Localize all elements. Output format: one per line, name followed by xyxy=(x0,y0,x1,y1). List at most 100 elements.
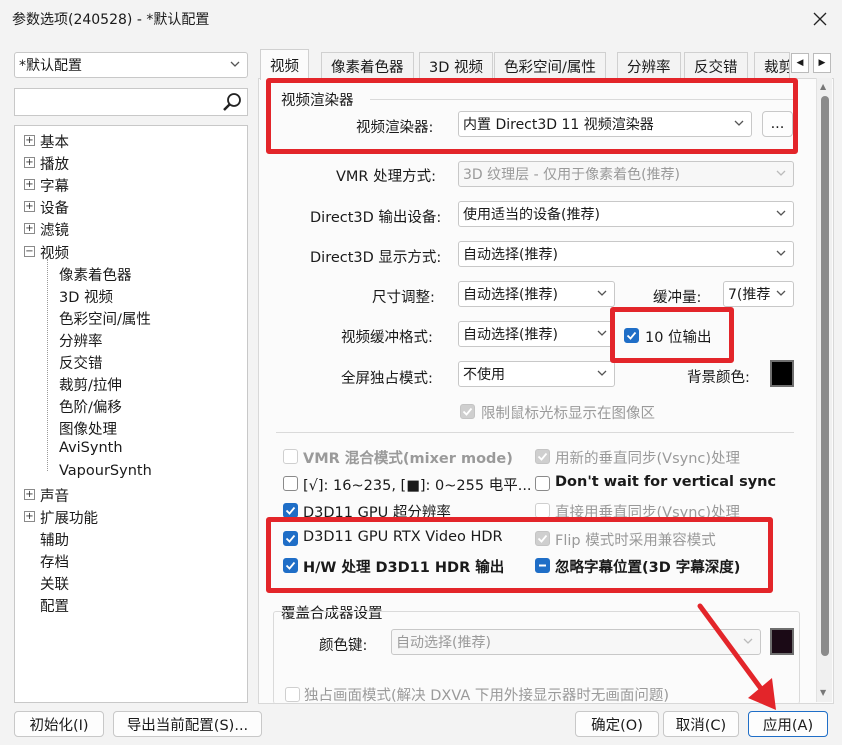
levels-checkbox[interactable] xyxy=(283,476,298,491)
levels-label[interactable]: [√]: 16~235, [■]: 0~255 电平... xyxy=(303,474,532,495)
tab-4[interactable]: 分辨率 xyxy=(617,52,681,79)
tree-item[interactable]: 辅助 xyxy=(40,529,69,550)
chevron-down-icon xyxy=(776,170,786,176)
rtx-hdr-checkbox[interactable] xyxy=(283,531,298,546)
tree-item[interactable]: AviSynth xyxy=(59,440,123,456)
tree-item[interactable]: 设备 xyxy=(40,197,69,218)
scroll-thumb[interactable] xyxy=(821,96,829,656)
buffer-select-value: 7(推荐 xyxy=(728,287,771,303)
tree-expander-icon[interactable]: + xyxy=(24,157,35,169)
tree-item[interactable]: 图像处理 xyxy=(59,418,117,439)
search-box[interactable] xyxy=(14,88,248,116)
tree-item[interactable]: 色彩空间/属性 xyxy=(59,308,151,329)
buffer-select[interactable]: 7(推荐 xyxy=(723,281,794,307)
tree-expander-icon[interactable]: + xyxy=(24,510,35,522)
ten-bit-output-label[interactable]: 10 位输出 xyxy=(645,326,712,347)
panel-scrollbar[interactable]: ▲ ▼ xyxy=(816,78,832,702)
direct-vsync-label: 直接用垂直同步(Vsync)处理 xyxy=(555,505,741,521)
bgcolor-label: 背景颜色: xyxy=(687,370,750,386)
gpu-super-res-label[interactable]: D3D11 GPU 超分辨率 xyxy=(303,501,451,522)
tree-expander-icon[interactable]: − xyxy=(24,245,35,257)
dont-wait-vsync-checkbox[interactable] xyxy=(535,476,550,491)
ten-bit-output-checkbox[interactable] xyxy=(624,328,639,343)
tree-item[interactable]: 色阶/偏移 xyxy=(59,396,122,417)
hw-hdr-output-label[interactable]: H/W 处理 D3D11 HDR 输出 xyxy=(303,556,504,577)
tab-6[interactable]: 裁剪 xyxy=(754,52,790,79)
tree-item[interactable]: 关联 xyxy=(40,573,69,594)
tree-expander-icon[interactable]: + xyxy=(24,179,35,191)
chevron-down-icon xyxy=(734,120,744,126)
renderer-label: 视频渲染器: xyxy=(356,120,434,136)
export-config-button[interactable]: 导出当前配置(S)... xyxy=(113,711,262,737)
d3d-device-label: Direct3D 输出设备: xyxy=(310,210,442,226)
search-input[interactable] xyxy=(18,89,218,113)
tab-scroll-right-button[interactable]: ▶ xyxy=(813,53,831,73)
tree-expander-icon[interactable]: + xyxy=(24,488,35,500)
colorkey-select-value: 自动选择(推荐) xyxy=(396,635,491,651)
tree-item[interactable]: 扩展功能 xyxy=(40,507,98,528)
tab-3[interactable]: 色彩空间/属性 xyxy=(494,52,606,79)
exclusive-fullscreen-select-value: 不使用 xyxy=(463,367,505,383)
resize-select[interactable]: 自动选择(推荐) xyxy=(458,281,615,307)
d3d-display-select[interactable]: 自动选择(推荐) xyxy=(458,241,794,267)
profile-select-value: *默认配置 xyxy=(19,58,82,74)
checkmark-icon xyxy=(537,534,548,543)
tree-item[interactable]: 基本 xyxy=(40,131,69,152)
bgcolor-swatch[interactable] xyxy=(770,360,794,387)
tab-0[interactable]: 视频 xyxy=(260,49,309,80)
vmr-select: 3D 纹理层 - 仅用于像素着色(推荐) xyxy=(458,161,794,187)
tree-item[interactable]: 视频 xyxy=(40,242,69,263)
rtx-hdr-label[interactable]: D3D11 GPU RTX Video HDR xyxy=(303,529,503,545)
tree-expander-icon[interactable]: + xyxy=(24,135,35,146)
renderer-select[interactable]: 内置 Direct3D 11 视频渲染器 xyxy=(458,111,752,137)
ignore-sub-pos-checkbox[interactable] xyxy=(535,558,550,573)
search-icon[interactable] xyxy=(221,91,243,113)
profile-select[interactable]: *默认配置 xyxy=(14,52,248,78)
gpu-super-res-checkbox[interactable] xyxy=(283,503,298,518)
tab-2[interactable]: 3D 视频 xyxy=(419,52,493,79)
arrow-left-icon: ◀ xyxy=(796,58,804,68)
direct-vsync-checkbox xyxy=(535,503,550,518)
ignore-sub-pos-label[interactable]: 忽略字幕位置(3D 字幕深度) xyxy=(555,556,740,577)
tree-item[interactable]: 3D 视频 xyxy=(59,286,113,307)
tree-item[interactable]: 字幕 xyxy=(40,175,69,196)
checkmark-icon xyxy=(537,452,548,461)
scroll-down-icon[interactable]: ▼ xyxy=(820,688,826,697)
tree-expander-icon[interactable]: + xyxy=(24,201,35,213)
close-button[interactable] xyxy=(804,6,836,32)
tab-scroll-left-button[interactable]: ◀ xyxy=(791,53,809,73)
scroll-up-icon[interactable]: ▲ xyxy=(820,82,826,91)
d3d-device-select[interactable]: 使用适当的设备(推荐) xyxy=(458,201,794,227)
surface-label: 视频缓冲格式: xyxy=(341,330,433,346)
tree-item[interactable]: 滤镜 xyxy=(40,219,69,240)
ok-button[interactable]: 确定(O) xyxy=(575,711,659,737)
tree-item[interactable]: VapourSynth xyxy=(59,463,152,479)
tree-item[interactable]: 存档 xyxy=(40,551,69,572)
dont-wait-vsync-label[interactable]: Don't wait for vertical sync xyxy=(555,474,776,490)
tree-item[interactable]: 像素着色器 xyxy=(59,264,132,285)
exclusive-fullscreen-select[interactable]: 不使用 xyxy=(458,361,615,387)
chevron-down-icon xyxy=(776,290,786,296)
limit-cursor-checkbox xyxy=(460,404,475,419)
renderer-group-title: 视频渲染器 xyxy=(281,93,354,109)
renderer-more-button[interactable]: ... xyxy=(762,111,793,137)
tree-item[interactable]: 反交错 xyxy=(59,352,103,373)
tab-5[interactable]: 反交错 xyxy=(684,52,748,79)
hw-hdr-output-checkbox[interactable] xyxy=(283,558,298,573)
chevron-down-icon xyxy=(230,61,240,67)
tree-item[interactable]: 播放 xyxy=(40,153,69,174)
vmr-mixer-checkbox xyxy=(283,449,298,464)
exclusive-fullscreen-label: 全屏独占模式: xyxy=(341,371,433,387)
vmr-select-value: 3D 纹理层 - 仅用于像素着色(推荐) xyxy=(463,167,681,183)
init-button[interactable]: 初始化(I) xyxy=(14,711,104,737)
flip-compat-checkbox xyxy=(535,531,550,546)
category-tree[interactable]: + 基本 + 播放 + 字幕 + 设备 + 滤镜 − 视频 像素着色器 3D 视频 色彩空间/属性 分辨率 反交… xyxy=(14,125,248,703)
tree-expander-icon[interactable]: + xyxy=(24,223,35,235)
tree-item[interactable]: 分辨率 xyxy=(59,330,103,351)
tree-item[interactable]: 裁剪/拉伸 xyxy=(59,374,122,395)
tree-item[interactable]: 声音 xyxy=(40,485,69,506)
tree-item[interactable]: 配置 xyxy=(40,595,69,616)
tab-1[interactable]: 像素着色器 xyxy=(321,52,414,79)
surface-select[interactable]: 自动选择(推荐) xyxy=(458,321,615,347)
indeterminate-icon xyxy=(539,564,546,567)
